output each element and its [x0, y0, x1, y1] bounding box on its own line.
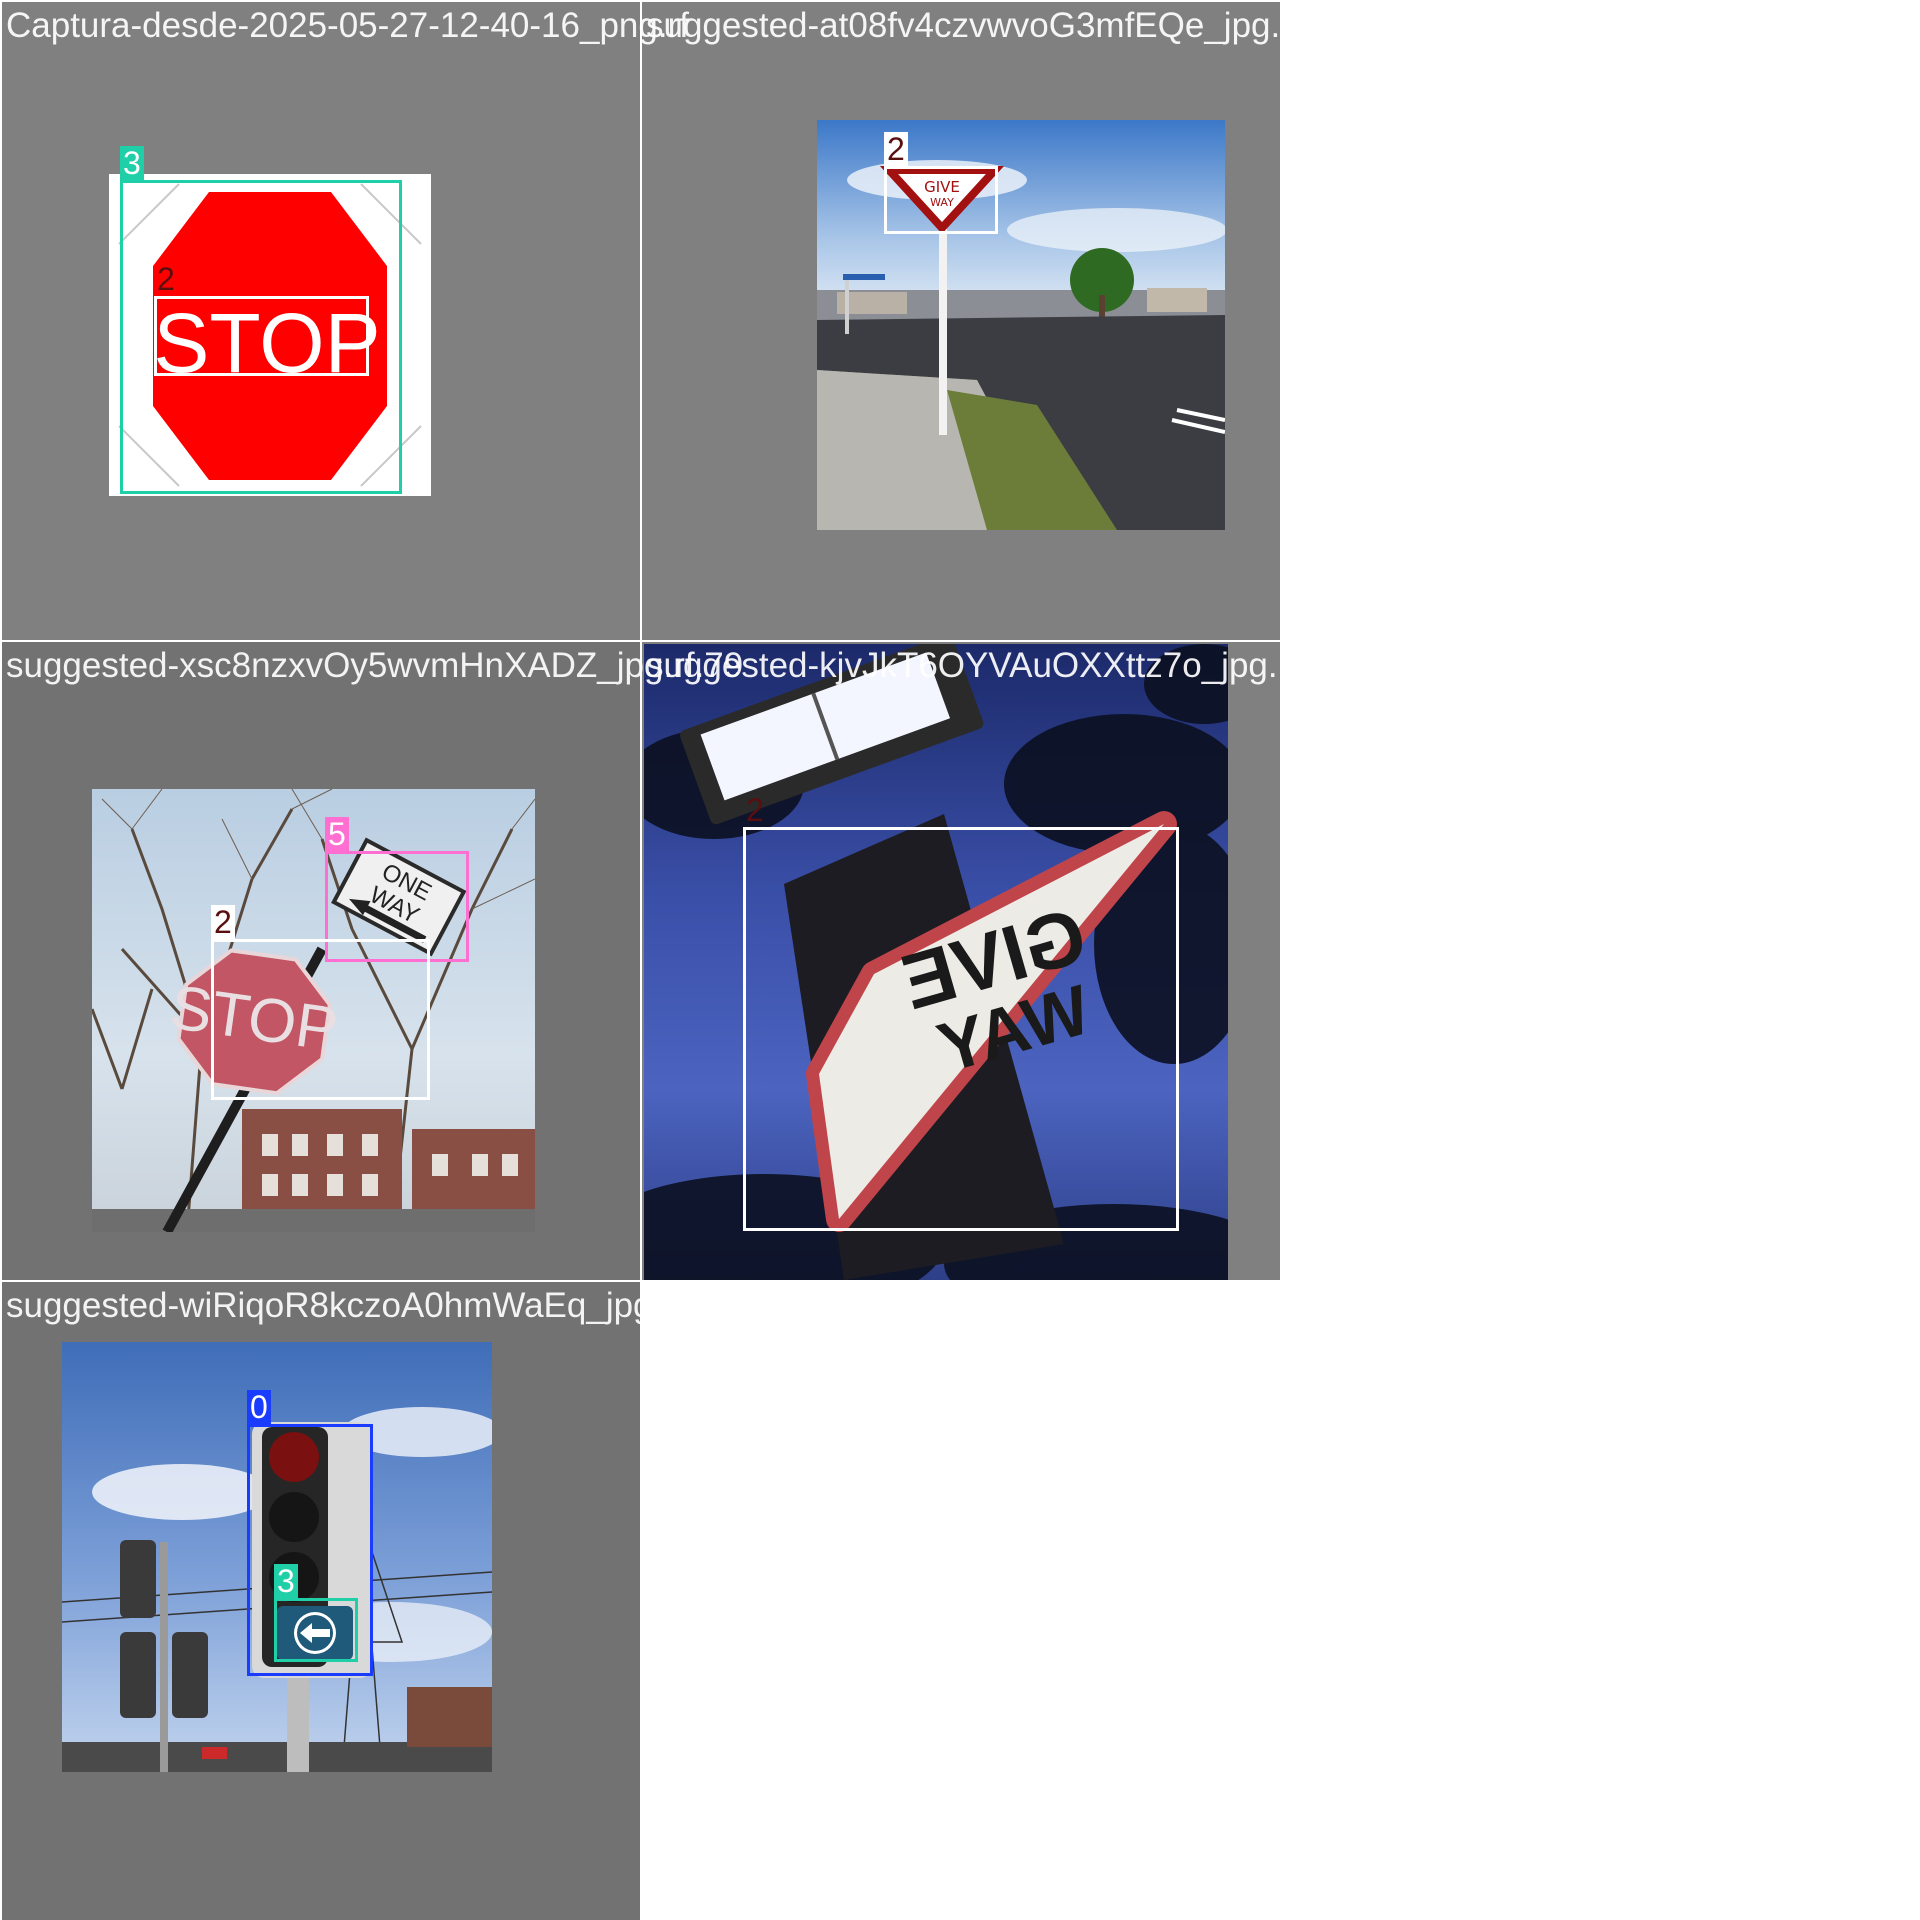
tile-5-caption: suggested-wiRiqoR8kczoA0hmWaEq_jpg.rf.23	[6, 1286, 733, 1325]
mosaic-tile-1: STOP 3 2	[0, 0, 640, 640]
detection-box-class-2[interactable]	[211, 939, 430, 1100]
detection-box-class-3[interactable]	[274, 1598, 358, 1662]
detection-box-class-2[interactable]	[154, 296, 369, 376]
detection-label-class-5: 5	[325, 817, 349, 851]
detection-label-class-2: 2	[211, 905, 235, 939]
mosaic-tile-3: STOP ONE WAY 5 2	[0, 640, 640, 1280]
mosaic-tile-2: GIVE WAY 2	[640, 0, 1280, 640]
detection-label-class-0: 0	[247, 1390, 271, 1424]
detection-box-class-2[interactable]	[743, 827, 1179, 1231]
tile-3-caption: suggested-xsc8nzxvOy5wvmHnXADZ_jpg.rf.79	[6, 646, 744, 685]
give-way-sign-street: GIVE WAY	[817, 120, 1225, 530]
detection-label-class-2: 2	[746, 792, 764, 828]
detection-label-class-3: 3	[274, 1564, 298, 1598]
tile-4-caption: suggested-kjvJkT6OYVAuOXXttz7o_jpg.rf.ce	[646, 646, 1346, 685]
tile-2-caption: suggested-at08fv4czvwvoG3mfEQe_jpg.rf.ba	[646, 6, 1351, 45]
detection-box-class-2[interactable]	[884, 166, 998, 234]
mosaic-tile-4: GIVE WAY 2	[640, 640, 1280, 1280]
tile-2-image[interactable]: GIVE WAY	[817, 120, 1225, 530]
detection-label-class-2: 2	[884, 132, 908, 166]
mosaic-tile-5: 0 3	[0, 1280, 640, 1920]
detection-label-class-2: 2	[157, 261, 175, 297]
detection-label-class-3: 3	[120, 146, 144, 180]
tile-1-caption: Captura-desde-2025-05-27-12-40-16_png.rf	[6, 6, 689, 45]
